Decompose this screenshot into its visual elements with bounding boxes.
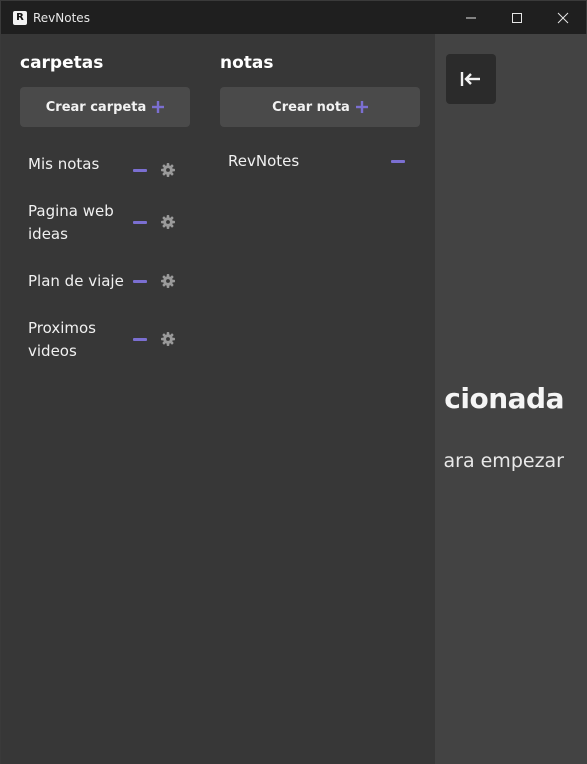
folder-item-proximos-videos[interactable]: Proximos videos [28,317,190,363]
folder-label: Pagina web ideas [28,202,114,243]
folder-item-pagina-web[interactable]: Pagina web ideas [28,200,190,246]
delete-note-icon[interactable] [391,160,405,163]
minimize-button[interactable] [448,1,494,34]
create-folder-button[interactable]: Crear carpeta [20,87,190,127]
collapse-sidebar-button[interactable] [446,54,496,104]
create-folder-label: Crear carpeta [45,99,147,115]
folder-item-mis-notas[interactable]: Mis notas [28,153,190,177]
gear-icon[interactable] [161,163,175,177]
minimize-icon [466,17,476,18]
empty-state-title: cionada [444,382,564,415]
title-bar: R RevNotes [1,1,586,34]
folder-label: Mis notas [28,155,100,173]
close-button[interactable] [540,1,586,34]
sidebar: carpetas Crear carpeta Mis notas Pagina … [1,34,435,764]
delete-folder-icon[interactable] [133,168,147,172]
folders-title: carpetas [20,53,104,73]
plus-icon [355,101,368,113]
folder-actions [133,274,175,288]
app-icon: R [13,10,27,25]
close-icon [557,12,569,23]
maximize-button[interactable] [494,1,540,34]
folder-actions [133,215,175,229]
folder-label: Plan de viaje [28,272,124,290]
create-note-button[interactable]: Crear nota [220,87,420,127]
window-controls [448,1,586,34]
window-title: RevNotes [33,10,90,25]
create-note-label: Crear nota [272,99,350,115]
collapse-left-icon [460,72,480,86]
main-panel: cionada ara empezar [435,34,587,764]
empty-state-subtitle: ara empezar [443,450,564,472]
delete-folder-icon[interactable] [133,220,147,224]
gear-icon[interactable] [161,215,175,229]
app-window: R RevNotes cionada ara empezar carpetas … [0,0,587,764]
folder-actions [133,163,175,177]
note-item-revnotes[interactable]: RevNotes [228,150,416,173]
gear-icon[interactable] [161,332,175,346]
plus-icon [152,101,165,113]
maximize-icon [512,12,522,23]
folder-item-plan-viaje[interactable]: Plan de viaje [28,270,190,293]
gear-icon[interactable] [161,274,175,288]
folder-actions [133,332,175,346]
delete-folder-icon[interactable] [133,279,147,283]
delete-folder-icon[interactable] [133,337,147,341]
folder-label: Proximos videos [28,319,96,360]
note-label: RevNotes [228,152,300,170]
app-content: cionada ara empezar carpetas Crear carpe… [1,34,587,764]
notes-title: notas [220,53,274,73]
